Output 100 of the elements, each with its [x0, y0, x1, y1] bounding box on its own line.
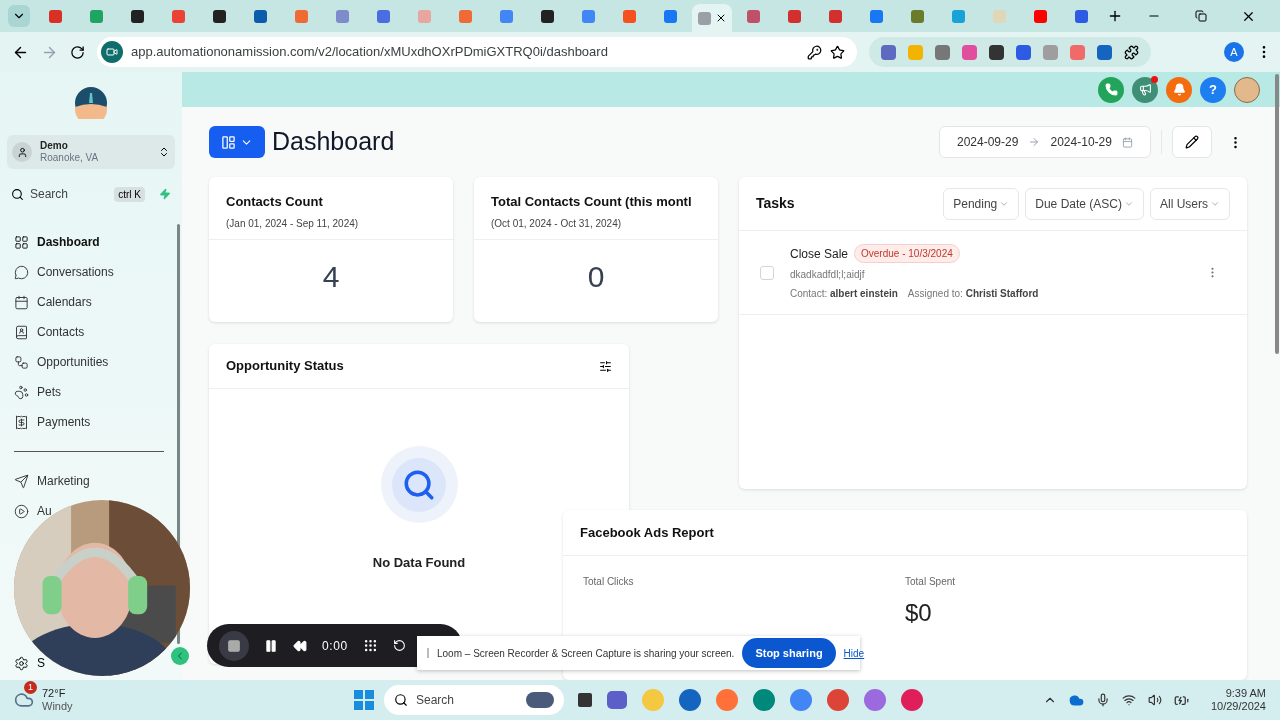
metric-value: $0: [905, 598, 933, 628]
sidebar-item[interactable]: Contacts: [14, 317, 85, 347]
task-contact: Contact: albert einstein: [790, 287, 898, 301]
weather-icon[interactable]: [14, 690, 34, 710]
task-title[interactable]: Close Sale: [790, 244, 849, 263]
extension-icon[interactable]: [1097, 44, 1112, 60]
stop-sharing-button[interactable]: Stop sharing: [742, 638, 836, 668]
start-icon[interactable]: [354, 690, 374, 710]
megaphone-icon: [1138, 83, 1152, 96]
sidebar-item[interactable]: Calendars: [14, 287, 92, 317]
sidebar-item[interactable]: Payments: [14, 407, 91, 437]
extension-icon[interactable]: [989, 44, 1004, 60]
extension-icon[interactable]: [1016, 44, 1031, 60]
rewind-icon[interactable]: [293, 638, 307, 653]
password-key-icon[interactable]: [807, 44, 822, 60]
stop-icon: [227, 638, 241, 653]
notifications-button[interactable]: [1166, 76, 1192, 103]
user-avatar[interactable]: [1234, 76, 1260, 103]
card-date-range: (Oct 01, 2024 - Oct 31, 2024): [491, 216, 623, 231]
microphone-icon[interactable]: [1095, 693, 1110, 707]
settings-label[interactable]: S: [37, 654, 45, 672]
bookmark-star-icon[interactable]: [830, 44, 845, 60]
restart-icon[interactable]: [392, 639, 406, 652]
stop-recording-button[interactable]: [219, 630, 249, 661]
announcements-button[interactable]: [1132, 76, 1158, 103]
search-field[interactable]: Search: [30, 185, 100, 203]
reload-icon[interactable]: [70, 44, 85, 60]
share-notice-text: Loom – Screen Recorder & Screen Capture is sharing your screen.: [437, 646, 735, 661]
metric-label: Total Clicks: [583, 575, 635, 589]
taskbar-search-field[interactable]: Search: [384, 685, 564, 715]
filter-dropdown[interactable]: Due Date (ASC): [1025, 187, 1144, 220]
logo-icon: [75, 87, 107, 119]
taskbar-app-icon[interactable]: [864, 689, 886, 711]
task-view-icon[interactable]: [578, 693, 592, 707]
arrow-right-icon: [1028, 136, 1041, 148]
filter-settings-icon[interactable]: [599, 359, 612, 373]
calendar-icon: [1121, 136, 1133, 148]
nav-icon: [14, 384, 29, 400]
date-range-field[interactable]: 2024-09-29 2024-10-29: [939, 126, 1151, 158]
taskbar-app-icon[interactable]: [901, 689, 923, 711]
search-placeholder: Search: [416, 692, 456, 709]
nav-icon: [14, 503, 29, 519]
card-title: Contacts Count: [226, 193, 324, 211]
address-field[interactable]: app.automationonamission.com/v2/location/xMUxdhOXrPDmiGXTRQ0i/dashboard: [97, 37, 857, 67]
url-text: app.automationonamission.com/v2/location/xMUxdhOXrPDmiGXTRQ0i/dashboard: [131, 43, 609, 62]
settings-icon[interactable]: [14, 655, 29, 671]
temperature-text: 72°F: [42, 687, 67, 700]
nav-icon: [14, 354, 29, 370]
page-scrollbar[interactable]: [1275, 74, 1279, 354]
restore-icon[interactable]: [1195, 10, 1207, 22]
card-title: Total Contacts Count (this montl: [491, 193, 693, 211]
sidebar-item[interactable]: Conversations: [14, 257, 114, 287]
card-date-range: (Jan 01, 2024 - Sep 11, 2024): [226, 216, 360, 231]
taskbar-app-icon[interactable]: [827, 689, 849, 711]
quick-action-icon[interactable]: [159, 188, 171, 200]
taskbar-app-icon[interactable]: [753, 689, 775, 711]
edit-button[interactable]: [1172, 126, 1212, 158]
card-title: Opportunity Status: [226, 357, 345, 376]
hide-link[interactable]: Hide: [843, 645, 865, 661]
extensions-icon[interactable]: [1124, 44, 1139, 60]
clock-time[interactable]: 9:39 AM: [1225, 687, 1266, 700]
weather-badge: 1: [24, 681, 37, 694]
search-icon: [394, 693, 408, 707]
task-description: dkadkadfdl;l;aidjf: [790, 268, 866, 282]
nav-icon: [14, 264, 29, 280]
sidebar-item[interactable]: Au: [14, 496, 52, 526]
nav-icon: [14, 324, 29, 340]
tab-search-button[interactable]: [8, 5, 30, 27]
taskbar-app-icon[interactable]: [716, 689, 738, 711]
nav-icon: [14, 234, 29, 250]
magnifier-icon: [402, 467, 436, 502]
pencil-icon: [1185, 135, 1199, 149]
wifi-icon[interactable]: [1121, 693, 1136, 707]
clock-date[interactable]: 10/29/2024: [1210, 700, 1266, 713]
taskbar-app-icon[interactable]: [679, 689, 701, 711]
sidebar-item[interactable]: Dashboard: [14, 227, 100, 257]
sidebar-item[interactable]: Opportunities: [14, 347, 109, 377]
phone-button[interactable]: [1098, 76, 1124, 103]
sidebar-item[interactable]: Marketing: [14, 466, 90, 496]
new-tab-icon[interactable]: [1107, 8, 1123, 24]
task-assignee: Assigned to: Christi Stafford: [907, 287, 1039, 301]
bell-icon: [1172, 83, 1186, 96]
volume-icon[interactable]: [1147, 693, 1162, 707]
sidebar-item[interactable]: Pets: [14, 377, 61, 407]
help-button[interactable]: ?: [1200, 76, 1226, 103]
profile-avatar[interactable]: A: [1224, 42, 1244, 62]
taskbar-app-icon[interactable]: [790, 689, 812, 711]
search-icon: [11, 187, 24, 201]
video-camera-icon: [106, 46, 118, 58]
phone-icon: [1104, 83, 1118, 96]
filter-dropdown[interactable]: Pending: [943, 187, 1020, 220]
account-switcher[interactable]: Demo Roanoke, VA: [7, 135, 175, 169]
filter-dropdown[interactable]: All Users: [1150, 187, 1230, 220]
pause-icon[interactable]: [264, 638, 278, 653]
card-value: 4: [322, 259, 340, 295]
dashboard-switcher-button[interactable]: [209, 126, 265, 158]
account-name: Demo: [40, 140, 69, 152]
drag-handle-icon[interactable]: [362, 638, 378, 653]
task-checkbox[interactable]: [760, 265, 774, 280]
nav-icon: [14, 294, 29, 310]
